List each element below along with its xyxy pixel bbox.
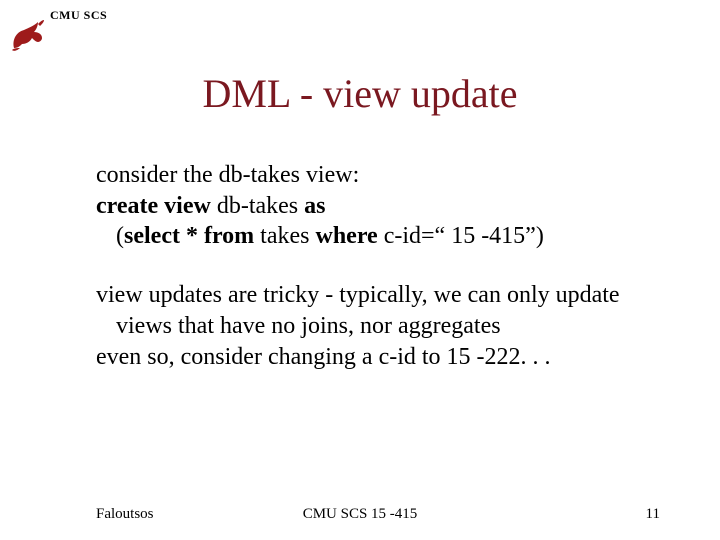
body-para-2-line-2: even so, consider changing a c-id to 15 … [96, 342, 656, 373]
body-line-2: create view db-takes as [96, 191, 656, 222]
footer-course: CMU SCS 15 -415 [0, 506, 720, 523]
body-block-2: view updates are tricky - typically, we … [96, 280, 656, 372]
footer-page-number: 11 [646, 506, 660, 523]
header: CMU SCS [50, 8, 107, 23]
body-para-2-line-1: view updates are tricky - typically, we … [96, 280, 656, 341]
scotty-logo [8, 18, 48, 57]
body-line-1: consider the db-takes view: [96, 160, 656, 191]
body-line-3: (select * from takes where c-id=“ 15 -41… [96, 221, 656, 252]
header-org-label: CMU SCS [50, 8, 107, 23]
slide-title: DML - view update [0, 70, 720, 117]
slide-body: consider the db-takes view: create view … [96, 160, 656, 372]
